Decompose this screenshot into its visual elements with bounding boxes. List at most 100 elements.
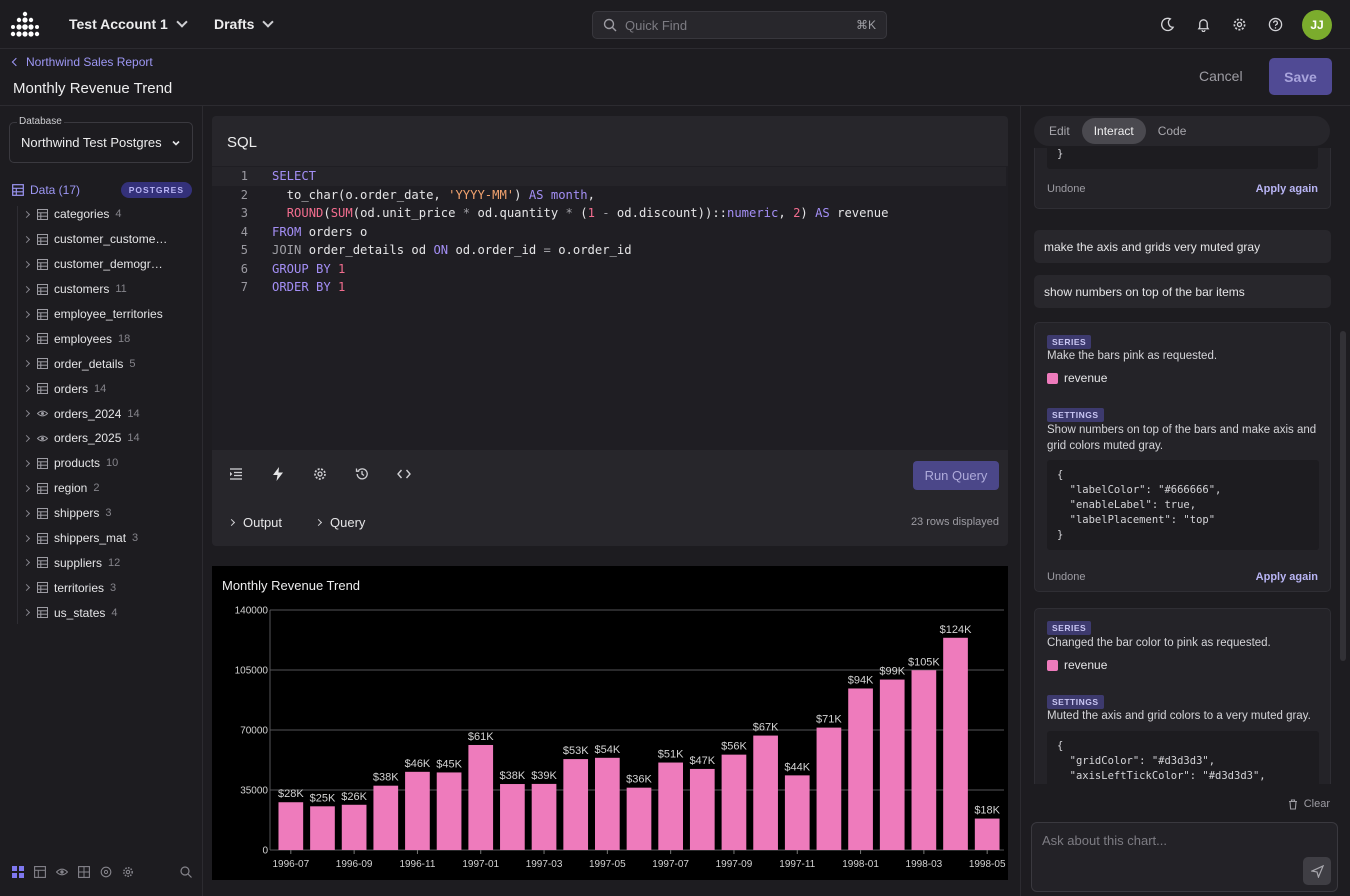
drafts-menu[interactable]: Drafts [214,16,275,32]
cancel-button[interactable]: Cancel [1199,68,1243,84]
sidebar-table-item[interactable]: shippers_mat 3 [0,526,203,551]
sql-editor[interactable]: 1 SELECT 2 to_char(o.order_date, 'YYYY-MM… [212,166,1008,450]
code-line[interactable]: 3 ROUND(SUM(od.unit_price * od.quantity … [212,204,1006,223]
format-indent-icon[interactable] [228,466,244,482]
views-eye-icon[interactable] [56,866,68,878]
chat-input-box[interactable] [1031,822,1338,892]
sidebar-table-item[interactable]: categories 4 [0,202,203,227]
output-toggle[interactable]: Output [227,515,282,530]
x-tick-label: 1997-05 [589,859,626,870]
chart-bar[interactable] [341,804,367,850]
notifications-bell-icon[interactable] [1194,15,1212,33]
functions-icon[interactable] [100,866,112,878]
chat-feed[interactable]: } Undone Apply again make the axis and g… [1034,148,1331,784]
apply-again-button[interactable]: Apply again [1256,571,1318,583]
sidebar-table-item[interactable]: employees 18 [0,326,203,351]
sidebar-table-item[interactable]: suppliers 12 [0,550,203,575]
quick-find-input[interactable]: Quick Find ⌘K [592,11,887,39]
query-toggle[interactable]: Query [314,515,365,530]
code-brackets-icon[interactable] [396,466,412,482]
theme-toggle-moon-icon[interactable] [1158,15,1176,33]
sidebar-table-item[interactable]: order_details 5 [0,351,203,376]
chart-bar[interactable] [974,818,1000,850]
column-count: 11 [115,283,127,296]
sidebar-settings-gear-icon[interactable] [122,866,134,878]
chart-bar[interactable] [721,754,747,850]
help-icon[interactable] [1266,15,1284,33]
data-section-header[interactable]: Data (17) POSTGRES [12,182,192,198]
run-query-button[interactable]: Run Query [913,461,999,490]
apply-again-button[interactable]: Apply again [1256,183,1318,195]
sidebar-table-item[interactable]: territories 3 [0,575,203,600]
lightning-icon[interactable] [270,466,286,482]
code-line[interactable]: 5 JOIN order_details od ON od.order_id = … [212,241,1006,260]
settings-gear-icon[interactable] [1230,15,1248,33]
code-line[interactable]: 7 ORDER BY 1 [212,278,1006,297]
chart-bar[interactable] [658,762,683,850]
chart-bar[interactable] [626,787,652,850]
chart-bar[interactable] [468,744,494,850]
save-button[interactable]: Save [1269,58,1332,95]
chart-bar[interactable] [595,757,620,850]
sidebar-table-item[interactable]: customer_customer_demo [0,227,203,252]
chart-bar[interactable] [436,772,462,850]
sidebar-table-item[interactable]: customer_demographics [0,252,203,277]
chart-bar[interactable] [500,784,525,850]
y-tick-label: 105000 [235,666,269,677]
send-button[interactable] [1303,857,1331,885]
code-line[interactable]: 1 SELECT [212,167,1006,186]
column-count: 3 [105,507,112,520]
chart-bar[interactable] [531,783,557,850]
sidebar-table-item[interactable]: orders 14 [0,376,203,401]
data-section-label: Data (17) [30,183,81,197]
chart-bar[interactable] [848,688,873,850]
bar-chart[interactable]: 0 35000 70000 105000 140000 $28K 1996-07 $25K $2… [212,566,1008,880]
scrollbar-thumb[interactable] [1340,331,1346,661]
assistant-panel: Edit Interact Code } Undone Apply again … [1020,106,1350,896]
tab-edit[interactable]: Edit [1037,118,1082,144]
chart-bar[interactable] [879,679,905,850]
table-icon [37,333,48,345]
sidebar-table-item[interactable]: employee_territories [0,302,203,327]
chart-bar[interactable] [373,785,399,850]
code-line[interactable]: 6 GROUP BY 1 [212,260,1006,279]
database-value: Northwind Test Postgres [21,135,162,150]
breadcrumb-link[interactable]: Northwind Sales Report [26,55,153,69]
ask-input[interactable] [1042,833,1302,848]
history-icon[interactable] [354,466,370,482]
app-logo-icon[interactable] [10,11,40,39]
database-select[interactable]: Northwind Test Postgres [9,122,193,163]
sidebar-table-item[interactable]: us_states 4 [0,600,203,625]
chart-bar[interactable] [753,735,778,850]
user-avatar[interactable]: JJ [1302,10,1332,40]
chart-bar[interactable] [310,806,335,850]
sidebar-table-item[interactable]: shippers 3 [0,501,203,526]
dashboard-grid-icon[interactable] [12,866,24,878]
sidebar-table-item[interactable]: customers 11 [0,277,203,302]
code-line[interactable]: 2 to_char(o.order_date, 'YYYY-MM') AS mo… [212,186,1006,205]
chart-bar[interactable] [911,670,937,850]
tab-code[interactable]: Code [1146,118,1199,144]
chart-bar[interactable] [405,771,430,850]
chart-bar[interactable] [784,775,810,850]
materialized-views-icon[interactable] [78,866,90,878]
chart-bar[interactable] [689,768,715,850]
sidebar-table-item[interactable]: orders_2025 14 [0,426,203,451]
sidebar-table-item[interactable]: products 10 [0,451,203,476]
chart-bar[interactable] [563,759,589,850]
sidebar-table-item[interactable]: orders_2024 14 [0,401,203,426]
chart-bar[interactable] [943,637,968,850]
clear-button[interactable]: Clear [1288,798,1330,810]
editor-settings-gear-icon[interactable] [312,466,328,482]
sidebar-table-item[interactable]: region 2 [0,476,203,501]
table-icon [37,582,48,594]
account-switcher[interactable]: Test Account 1 [69,16,188,32]
breadcrumb[interactable]: Northwind Sales Report [11,55,153,69]
tab-interact[interactable]: Interact [1081,118,1146,144]
code-line[interactable]: 4 FROM orders o [212,223,1006,242]
chart-bar[interactable] [816,727,842,850]
sidebar-search-icon[interactable] [180,866,192,878]
tables-icon[interactable] [34,866,46,878]
chart-bar[interactable] [278,802,304,850]
bar-value-label: $38K [500,770,526,782]
